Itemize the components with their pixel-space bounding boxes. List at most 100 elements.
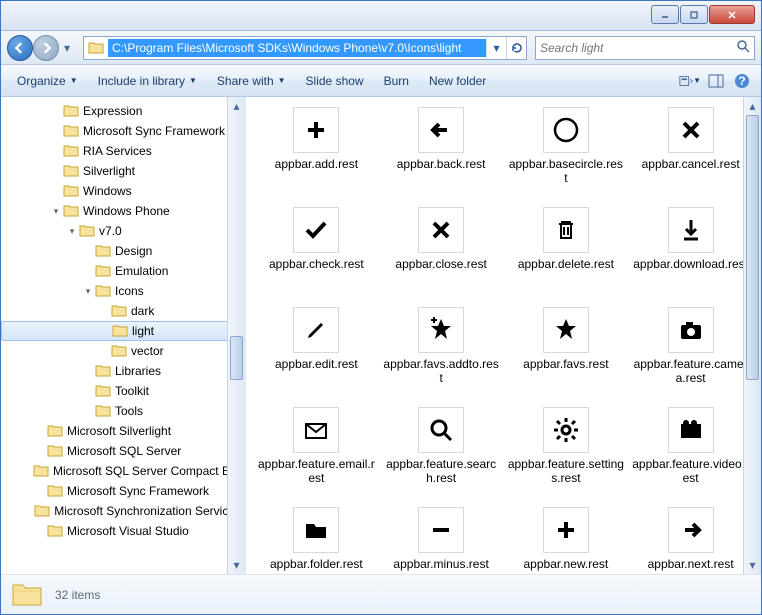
- tree-label: dark: [131, 304, 154, 318]
- minimize-button[interactable]: [651, 5, 679, 24]
- close-button[interactable]: [709, 5, 755, 24]
- scroll-down-button[interactable]: ▾: [744, 556, 761, 574]
- folder-icon: [86, 38, 106, 58]
- folder-tree[interactable]: ExpressionMicrosoft Sync FrameworkRIA Se…: [1, 97, 246, 574]
- file-item[interactable]: appbar.check.rest: [254, 205, 379, 305]
- file-item[interactable]: appbar.feature.email.rest: [254, 405, 379, 505]
- address-bar[interactable]: C:\Program Files\Microsoft SDKs\Windows …: [83, 36, 527, 60]
- tree-item[interactable]: light: [1, 321, 245, 341]
- file-name: appbar.add.rest: [271, 157, 362, 171]
- file-item[interactable]: appbar.favs.addto.rest: [379, 305, 504, 405]
- folder-icon: [95, 363, 111, 379]
- share-with-button[interactable]: Share with▼: [209, 70, 294, 92]
- scroll-up-button[interactable]: ▴: [228, 97, 245, 115]
- tree-item[interactable]: Microsoft Visual Studio: [1, 521, 245, 541]
- file-item[interactable]: appbar.back.rest: [379, 105, 504, 205]
- folder-icon: [47, 483, 63, 499]
- search-input[interactable]: [540, 41, 736, 55]
- scroll-up-button[interactable]: ▴: [744, 97, 761, 115]
- address-dropdown[interactable]: ▾: [486, 37, 506, 59]
- file-thumbnail: [543, 507, 589, 553]
- tree-item[interactable]: vector: [1, 341, 245, 361]
- file-item[interactable]: appbar.feature.settings.rest: [504, 405, 629, 505]
- file-thumbnail: [418, 507, 464, 553]
- file-item[interactable]: appbar.close.rest: [379, 205, 504, 305]
- burn-button[interactable]: Burn: [376, 70, 417, 92]
- tree-item[interactable]: Microsoft Silverlight: [1, 421, 245, 441]
- slideshow-button[interactable]: Slide show: [298, 70, 372, 92]
- tree-item[interactable]: Microsoft Sync Framework: [1, 121, 245, 141]
- tree-item[interactable]: Emulation: [1, 261, 245, 281]
- maximize-button[interactable]: [680, 5, 708, 24]
- tree-item[interactable]: Windows: [1, 181, 245, 201]
- file-item[interactable]: appbar.minus.rest: [379, 505, 504, 574]
- file-thumbnail: [418, 307, 464, 353]
- file-item[interactable]: appbar.download.rest: [628, 205, 753, 305]
- view-options-button[interactable]: ▼: [679, 70, 701, 92]
- search-icon[interactable]: [736, 39, 750, 56]
- file-name: appbar.edit.rest: [271, 357, 362, 371]
- file-item[interactable]: appbar.cancel.rest: [628, 105, 753, 205]
- tree-item[interactable]: Toolkit: [1, 381, 245, 401]
- new-folder-button[interactable]: New folder: [421, 70, 494, 92]
- file-item[interactable]: appbar.next.rest: [628, 505, 753, 574]
- file-item[interactable]: appbar.feature.search.rest: [379, 405, 504, 505]
- tree-label: light: [132, 324, 154, 338]
- tree-item[interactable]: Microsoft Sync Framework: [1, 481, 245, 501]
- refresh-button[interactable]: [506, 37, 526, 59]
- file-item[interactable]: appbar.feature.camera.rest: [628, 305, 753, 405]
- tree-item[interactable]: ▾Windows Phone: [1, 201, 245, 221]
- tree-scrollbar[interactable]: ▴ ▾: [227, 97, 245, 574]
- file-name: appbar.feature.search.rest: [379, 457, 504, 485]
- chevron-down-icon: ▼: [70, 76, 78, 85]
- expand-toggle[interactable]: ▾: [81, 286, 95, 297]
- expand-toggle[interactable]: ▾: [49, 206, 63, 217]
- tree-item[interactable]: Microsoft SQL Server Compact Edition: [1, 461, 245, 481]
- file-item[interactable]: appbar.edit.rest: [254, 305, 379, 405]
- file-name: appbar.folder.rest: [266, 557, 367, 571]
- back-button[interactable]: [7, 35, 33, 61]
- scroll-down-button[interactable]: ▾: [228, 556, 245, 574]
- search-box[interactable]: [535, 36, 755, 60]
- tree-item[interactable]: Tools: [1, 401, 245, 421]
- nav-history-dropdown[interactable]: ▾: [59, 41, 75, 55]
- content-area: ExpressionMicrosoft Sync FrameworkRIA Se…: [1, 97, 761, 574]
- help-button[interactable]: ?: [731, 70, 753, 92]
- file-item[interactable]: appbar.folder.rest: [254, 505, 379, 574]
- svg-text:?: ?: [738, 74, 745, 88]
- scroll-thumb[interactable]: [746, 115, 759, 380]
- scroll-thumb[interactable]: [230, 336, 243, 380]
- folder-icon: [63, 103, 79, 119]
- file-item[interactable]: appbar.basecircle.rest: [504, 105, 629, 205]
- tree-item[interactable]: Silverlight: [1, 161, 245, 181]
- tree-item[interactable]: dark: [1, 301, 245, 321]
- tree-item[interactable]: ▾Icons: [1, 281, 245, 301]
- grid-scrollbar[interactable]: ▴ ▾: [743, 97, 761, 574]
- forward-button[interactable]: [33, 35, 59, 61]
- share-label: Share with: [217, 74, 274, 88]
- organize-button[interactable]: Organize▼: [9, 70, 86, 92]
- folder-icon: [95, 383, 111, 399]
- file-item[interactable]: appbar.add.rest: [254, 105, 379, 205]
- include-library-button[interactable]: Include in library▼: [90, 70, 205, 92]
- file-item[interactable]: appbar.feature.video.rest: [628, 405, 753, 505]
- tree-item[interactable]: Design: [1, 241, 245, 261]
- tree-item[interactable]: ▾v7.0: [1, 221, 245, 241]
- tree-item[interactable]: Libraries: [1, 361, 245, 381]
- tree-item[interactable]: Expression: [1, 101, 245, 121]
- file-item[interactable]: appbar.delete.rest: [504, 205, 629, 305]
- address-path[interactable]: C:\Program Files\Microsoft SDKs\Windows …: [108, 39, 486, 57]
- file-thumbnail: [293, 507, 339, 553]
- tree-item[interactable]: Microsoft Synchronization Services: [1, 501, 245, 521]
- tree-label: Emulation: [115, 264, 168, 278]
- tree-item[interactable]: RIA Services: [1, 141, 245, 161]
- tree-label: Libraries: [115, 364, 161, 378]
- preview-pane-button[interactable]: [705, 70, 727, 92]
- expand-toggle[interactable]: ▾: [65, 226, 79, 237]
- file-item[interactable]: appbar.new.rest: [504, 505, 629, 574]
- file-name: appbar.basecircle.rest: [504, 157, 629, 185]
- tree-item[interactable]: Microsoft SQL Server: [1, 441, 245, 461]
- folder-icon: [112, 323, 128, 339]
- folder-icon: [63, 123, 79, 139]
- file-item[interactable]: appbar.favs.rest: [504, 305, 629, 405]
